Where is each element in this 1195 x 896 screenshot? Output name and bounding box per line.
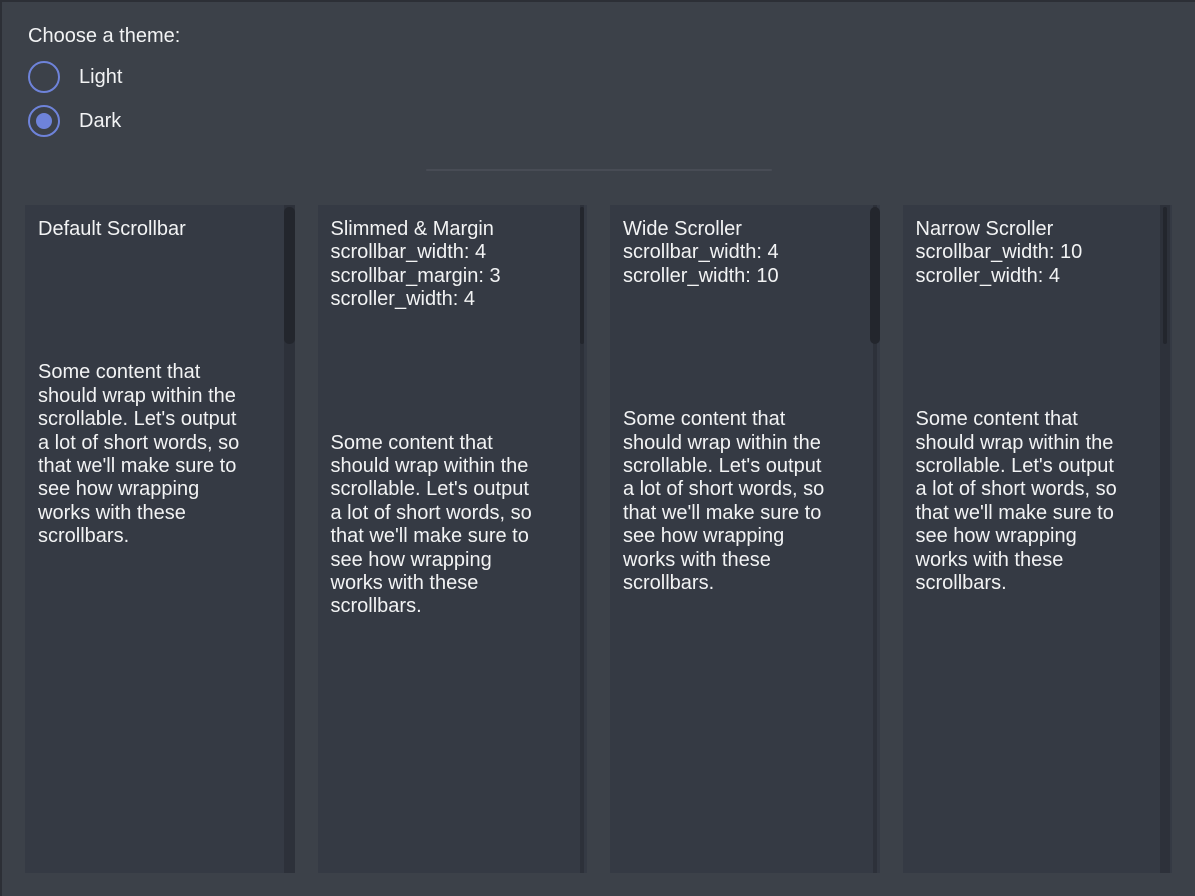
- panel-properties: scrollbar_width: 10 scroller_width: 4: [916, 241, 1143, 288]
- panel-title: Default Scrollbar: [38, 218, 265, 241]
- spacer: [38, 241, 265, 361]
- scrollbar-thumb[interactable]: [870, 207, 880, 344]
- radio-dot-icon: [36, 113, 52, 129]
- theme-chooser: Choose a theme: Light Dark: [2, 2, 1195, 205]
- scrollable-panel-slimmed-margin[interactable]: Slimmed & Margin scrollbar_width: 4 scro…: [318, 205, 588, 873]
- radio-label-light: Light: [79, 66, 122, 89]
- radio-option-dark[interactable]: Dark: [28, 105, 121, 137]
- panel-paragraph: Some content that should wrap within the…: [331, 432, 539, 619]
- scrollable-panel-wide-scroller[interactable]: Wide Scroller scrollbar_width: 4 scrolle…: [610, 205, 880, 873]
- panel-title: Narrow Scroller: [916, 218, 1143, 241]
- radio-label-dark: Dark: [79, 110, 121, 133]
- radio-unselected-icon[interactable]: [28, 61, 60, 93]
- panel-properties: scrollbar_width: 4 scrollbar_margin: 3 s…: [331, 241, 558, 311]
- scrollable-panel-narrow-scroller[interactable]: Narrow Scroller scrollbar_width: 10 scro…: [903, 205, 1173, 873]
- panel-content: Default Scrollbar Some content that shou…: [25, 205, 295, 549]
- theme-chooser-label: Choose a theme:: [28, 24, 1195, 48]
- scrollable-gallery: Default Scrollbar Some content that shou…: [25, 205, 1172, 873]
- panel-paragraph: Some content that should wrap within the…: [623, 408, 831, 595]
- spacer: [623, 288, 850, 408]
- scrollbar-thumb[interactable]: [284, 207, 295, 344]
- panel-properties: scrollbar_width: 4 scroller_width: 10: [623, 241, 850, 288]
- panel-title: Slimmed & Margin: [331, 218, 558, 241]
- app-window: Choose a theme: Light Dark Default Scrol…: [0, 0, 1195, 896]
- horizontal-divider: [426, 169, 772, 171]
- spacer: [916, 288, 1143, 408]
- panel-title: Wide Scroller: [623, 218, 850, 241]
- scrollbar-thumb[interactable]: [580, 207, 584, 344]
- radio-option-light[interactable]: Light: [28, 61, 122, 93]
- panel-paragraph: Some content that should wrap within the…: [38, 361, 246, 548]
- scrollbar-thumb[interactable]: [1163, 207, 1167, 344]
- panel-content: Slimmed & Margin scrollbar_width: 4 scro…: [318, 205, 588, 619]
- panel-content: Narrow Scroller scrollbar_width: 10 scro…: [903, 205, 1173, 595]
- panel-paragraph: Some content that should wrap within the…: [916, 408, 1124, 595]
- panel-content: Wide Scroller scrollbar_width: 4 scrolle…: [610, 205, 880, 595]
- spacer: [331, 312, 558, 432]
- radio-selected-icon[interactable]: [28, 105, 60, 137]
- scrollable-panel-default[interactable]: Default Scrollbar Some content that shou…: [25, 205, 295, 873]
